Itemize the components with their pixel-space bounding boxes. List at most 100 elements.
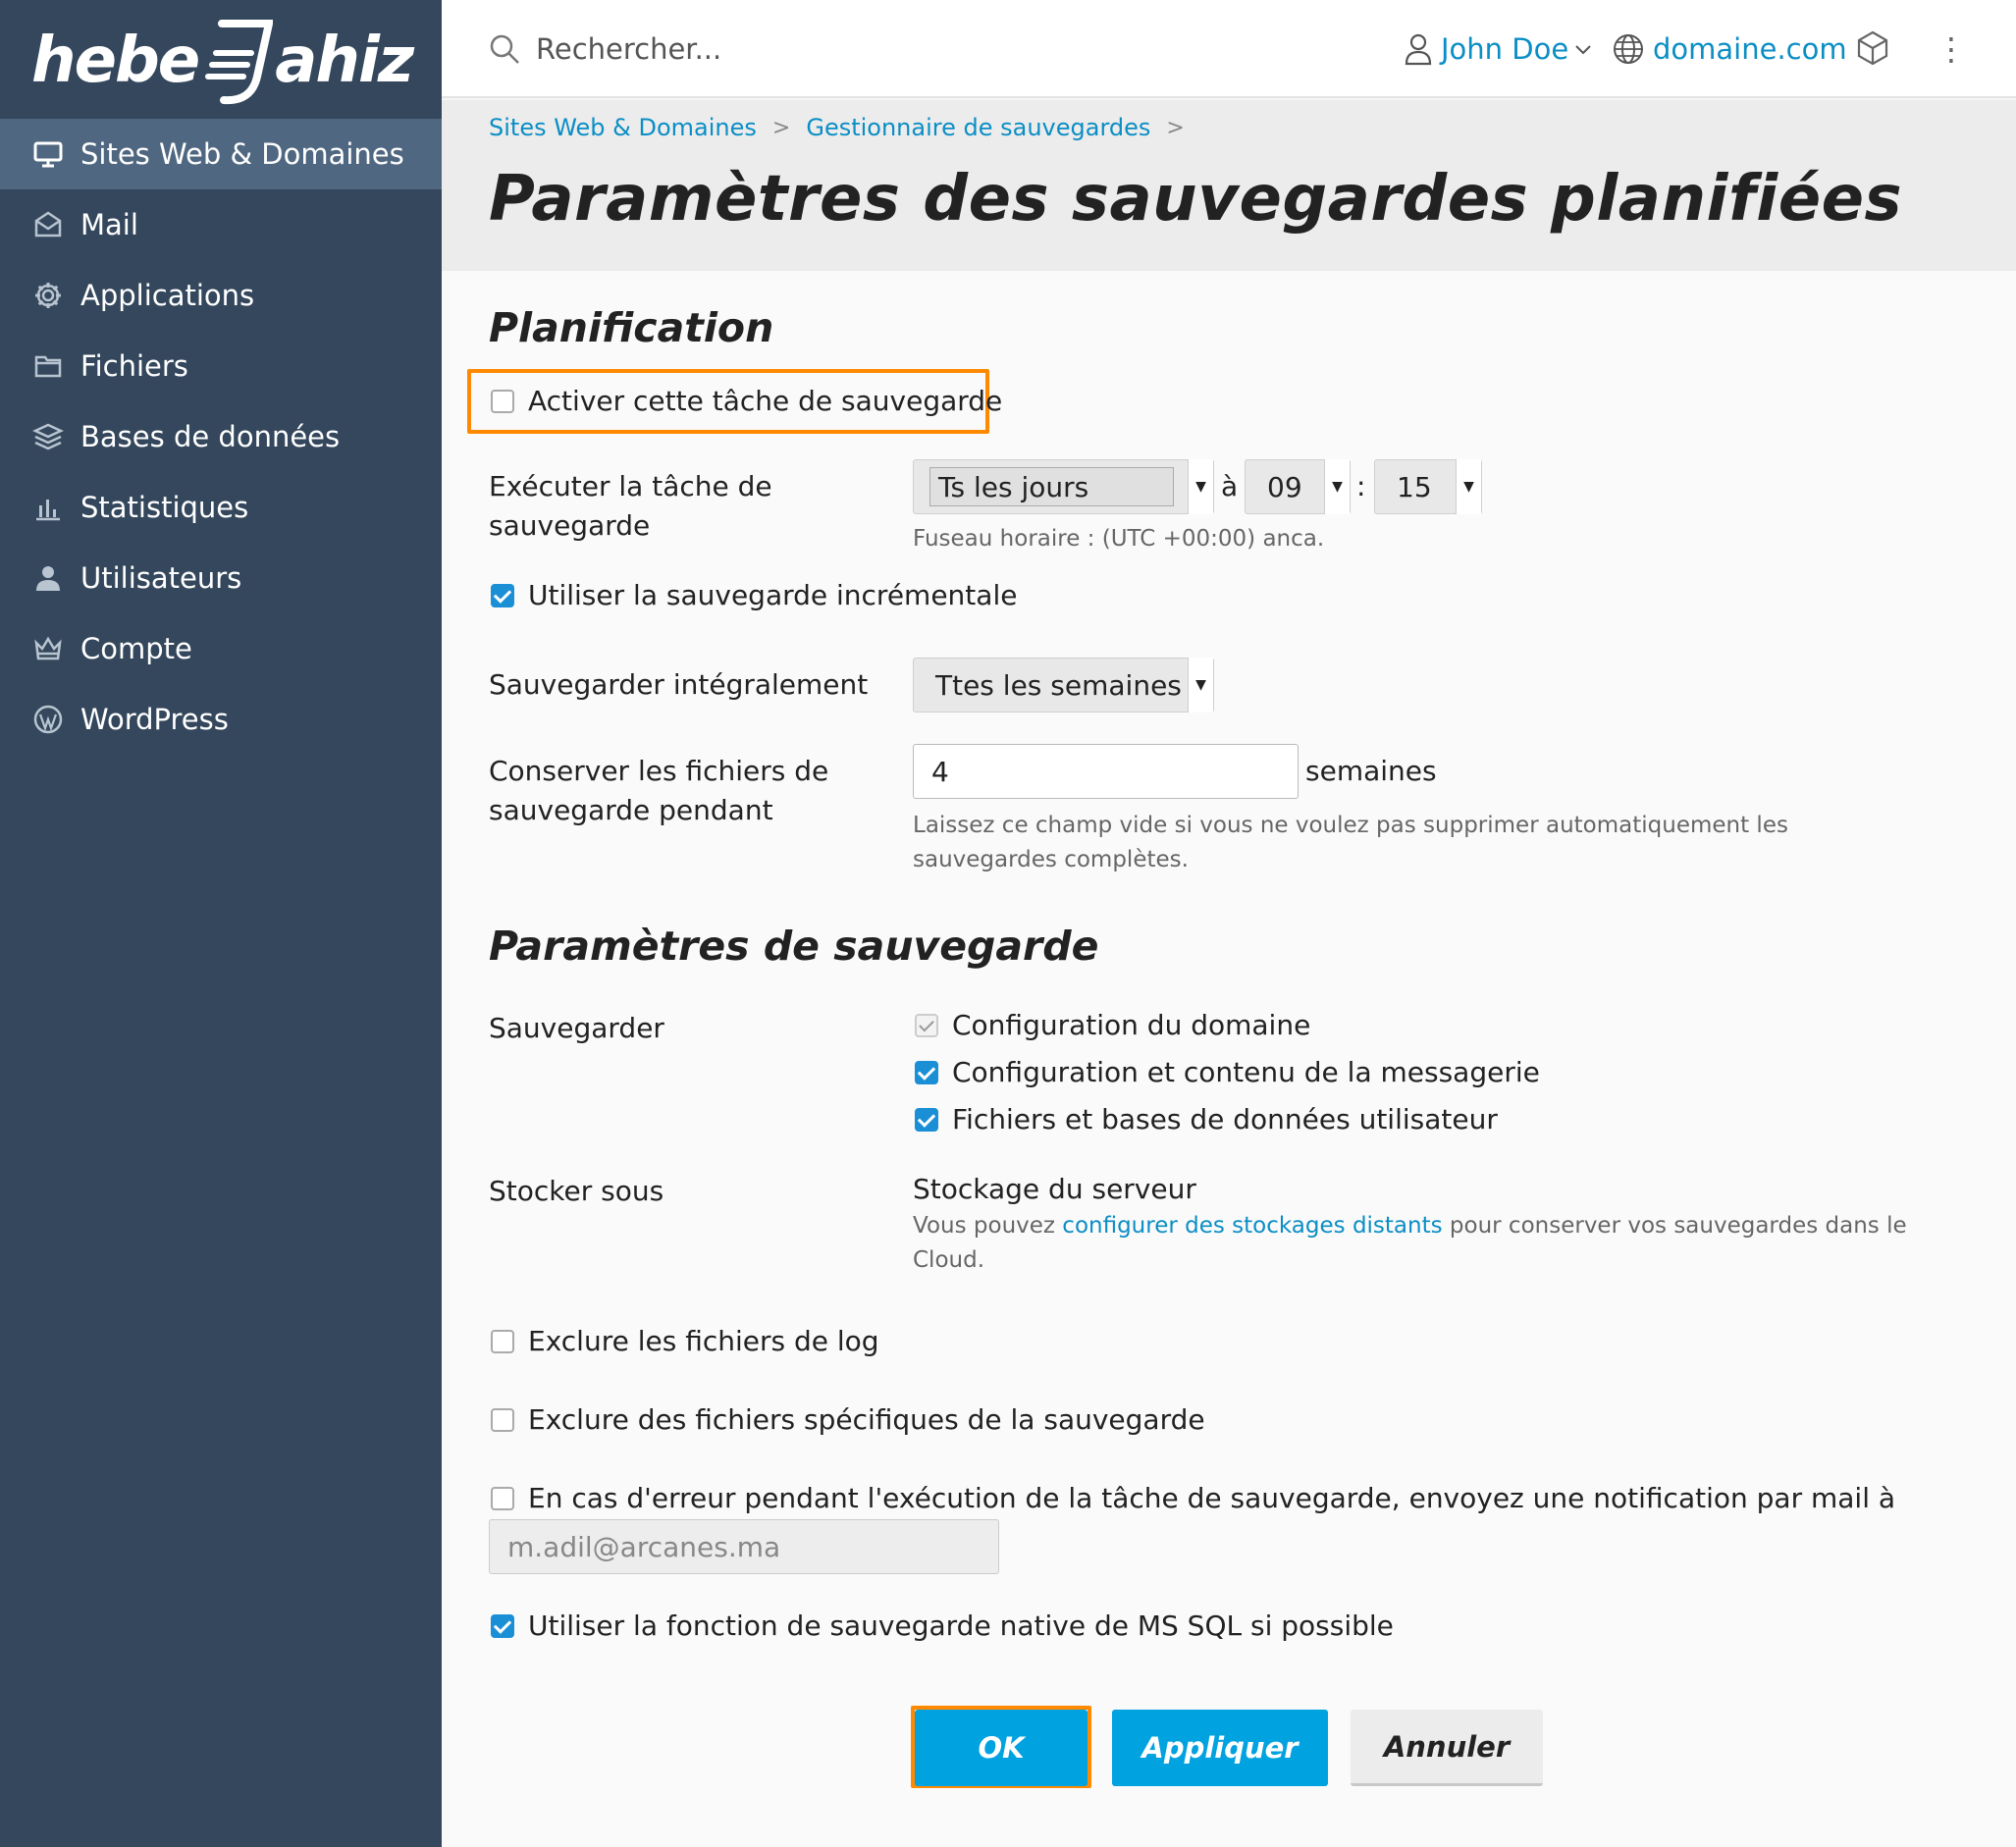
main-content: Planification Activer cette tâche de sau… (442, 271, 2016, 1847)
brand-logo[interactable]: hebe ahiz (31, 14, 414, 108)
sidebar: hebe ahiz Sites Web & Domaines Mail Appl… (0, 0, 442, 1847)
full-backup-label: Sauvegarder intégralement (489, 668, 869, 701)
sidebar-item-wordpress[interactable]: WordPress (0, 684, 442, 755)
globe-icon (1612, 32, 1645, 66)
envelope-icon (31, 208, 65, 241)
extensions-cube-icon[interactable] (1855, 29, 1890, 67)
exclude-logs-checkbox[interactable] (491, 1329, 514, 1353)
domain-config-checkbox (915, 1013, 938, 1037)
sidebar-item-label: Utilisateurs (80, 561, 242, 595)
user-outline-icon (1404, 32, 1433, 66)
chevron-right-icon: > (771, 115, 791, 140)
full-backup-select-value: Ttes les semaines (935, 668, 1182, 702)
execute-task-label-line1: Exécuter la tâche de (489, 470, 772, 502)
hour-select-value: 09 (1267, 470, 1302, 503)
folder-icon (31, 349, 65, 383)
mssql-checkbox-row[interactable]: Utiliser la fonction de sauvegarde nativ… (491, 1610, 1394, 1642)
sidebar-item-label: Compte (80, 632, 192, 665)
sidebar-item-label: Sites Web & Domaines (80, 137, 404, 171)
incremental-checkbox[interactable] (491, 583, 514, 607)
sidebar-item-label: Mail (80, 208, 138, 241)
retention-hint-line2: sauvegardes complètes. (913, 847, 1189, 872)
at-label: à (1221, 470, 1239, 502)
sidebar-item-statistiques[interactable]: Statistiques (0, 472, 442, 543)
full-backup-select[interactable]: Ttes les semaines ▼ (913, 658, 1214, 712)
exclude-logs-checkbox-row[interactable]: Exclure les fichiers de log (491, 1325, 879, 1357)
user-menu[interactable]: John Doe (1404, 26, 1592, 73)
sidebar-item-label: Fichiers (80, 349, 188, 383)
retention-label: Conserver les fichiers de sauvegarde pen… (489, 752, 828, 830)
hour-select[interactable]: 09 ▼ (1245, 459, 1351, 514)
notify-checkbox[interactable] (491, 1486, 514, 1510)
retention-label-line1: Conserver les fichiers de (489, 755, 829, 787)
mssql-checkbox[interactable] (491, 1613, 514, 1638)
minute-select-value: 15 (1397, 470, 1432, 503)
more-vertical-icon[interactable]: ⋮ (1936, 29, 1967, 69)
retention-unit: semaines (1305, 755, 1437, 787)
notify-label: En cas d'erreur pendant l'exécution de l… (528, 1482, 1896, 1514)
exclude-specific-checkbox-row[interactable]: Exclure des fichiers spécifiques de la s… (491, 1403, 1205, 1436)
sidebar-item-sites-web-domaines[interactable]: Sites Web & Domaines (0, 119, 442, 189)
apply-button[interactable]: Appliquer (1112, 1710, 1328, 1786)
crown-icon (31, 632, 65, 665)
configure-remote-storage-link[interactable]: configurer des stockages distants (1062, 1213, 1442, 1239)
sidebar-item-label: Applications (80, 279, 255, 312)
cancel-button[interactable]: Annuler (1351, 1710, 1543, 1786)
notify-email-input[interactable] (489, 1519, 999, 1574)
execute-task-label: Exécuter la tâche de sauvegarde (489, 467, 772, 546)
page-header: Sites Web & Domaines > Gestionnaire de s… (442, 100, 2016, 271)
timezone-hint: Fuseau horaire : (UTC +00:00) anca. (913, 526, 1325, 552)
store-hint: Vous pouvez configurer des stockages dis… (913, 1209, 1914, 1278)
mssql-label: Utiliser la fonction de sauvegarde nativ… (528, 1610, 1394, 1642)
page-title: Paramètres des sauvegardes planifiées (489, 163, 1903, 236)
logo-text-left: hebe (31, 25, 200, 97)
incremental-checkbox-row[interactable]: Utiliser la sauvegarde incrémentale (491, 579, 1017, 611)
colon-label: : (1356, 470, 1366, 502)
backup-item-row: Configuration du domaine (915, 1009, 1310, 1041)
sidebar-item-applications[interactable]: Applications (0, 260, 442, 331)
user-files-db-checkbox[interactable] (915, 1107, 938, 1132)
frequency-select[interactable]: Ts les jours ▼ (913, 459, 1214, 514)
exclude-specific-checkbox[interactable] (491, 1407, 514, 1432)
dropdown-arrow-icon: ▼ (1456, 459, 1481, 514)
wordpress-icon (31, 703, 65, 736)
backup-item-row[interactable]: Fichiers et bases de données utilisateur (915, 1103, 1498, 1135)
sidebar-item-bases-de-donnees[interactable]: Bases de données (0, 401, 442, 472)
mail-config-checkbox[interactable] (915, 1060, 938, 1084)
search-icon (487, 31, 522, 67)
notify-checkbox-row[interactable]: En cas d'erreur pendant l'exécution de l… (491, 1482, 1895, 1514)
store-value: Stockage du serveur (913, 1173, 1196, 1205)
store-hint-before: Vous pouvez (913, 1213, 1063, 1239)
execute-task-label-line2: sauvegarde (489, 509, 651, 542)
backup-item-row[interactable]: Configuration et contenu de la messageri… (915, 1056, 1540, 1088)
section-title-backup-settings: Paramètres de sauvegarde (489, 923, 1099, 970)
section-title-planification: Planification (489, 304, 774, 351)
breadcrumb-link-sites-web-domaines[interactable]: Sites Web & Domaines (489, 114, 757, 141)
minute-select[interactable]: 15 ▼ (1374, 459, 1482, 514)
frequency-select-value: Ts les jours (929, 467, 1174, 506)
sidebar-item-label: WordPress (80, 703, 229, 736)
retention-input[interactable] (913, 744, 1299, 799)
exclude-specific-label: Exclure des fichiers spécifiques de la s… (528, 1403, 1205, 1436)
dropdown-arrow-icon: ▼ (1188, 658, 1213, 712)
dropdown-arrow-icon: ▼ (1324, 459, 1350, 514)
domain-menu[interactable]: domaine.com (1612, 26, 1847, 73)
domain-name: domaine.com (1653, 32, 1847, 66)
database-stack-icon (31, 420, 65, 453)
search-input[interactable] (536, 32, 1027, 66)
dropdown-arrow-icon: ▼ (1188, 459, 1213, 514)
activate-task-checkbox-row[interactable]: Activer cette tâche de sauvegarde (491, 385, 1002, 417)
sidebar-item-compte[interactable]: Compte (0, 613, 442, 684)
retention-label-line2: sauvegarde pendant (489, 794, 773, 826)
ok-button[interactable]: OK (915, 1710, 1088, 1786)
backup-item-label: Configuration du domaine (952, 1009, 1311, 1041)
sidebar-nav: Sites Web & Domaines Mail Applications F… (0, 119, 442, 755)
incremental-label: Utiliser la sauvegarde incrémentale (528, 579, 1018, 611)
sidebar-item-fichiers[interactable]: Fichiers (0, 331, 442, 401)
chevron-right-icon: > (1166, 115, 1185, 140)
sidebar-item-utilisateurs[interactable]: Utilisateurs (0, 543, 442, 613)
activate-task-label: Activer cette tâche de sauvegarde (528, 385, 1003, 417)
breadcrumb-link-gestionnaire-sauvegardes[interactable]: Gestionnaire de sauvegardes (806, 114, 1150, 141)
activate-task-checkbox[interactable] (491, 389, 514, 413)
sidebar-item-mail[interactable]: Mail (0, 189, 442, 260)
